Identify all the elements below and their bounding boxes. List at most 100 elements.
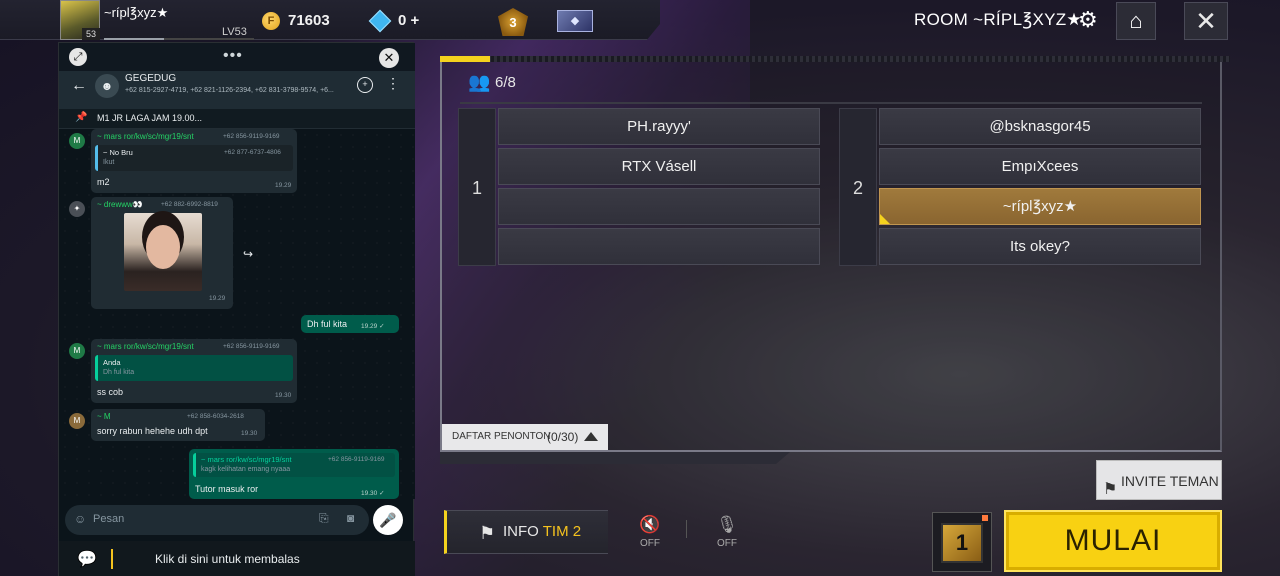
forward-icon[interactable]: ↪	[243, 247, 253, 261]
attach-icon[interactable]: ⎘	[319, 511, 329, 526]
diamond-balance[interactable]: 0 +	[398, 12, 419, 29]
panel-top-accent	[440, 56, 490, 62]
message-sender-phone: +62 856-9119-9169	[223, 133, 280, 140]
quoted-message[interactable]: ~ mars ror/kw/sc/mgr19/snt +62 856-9119-…	[193, 453, 395, 477]
coin-balance: 71603	[288, 12, 330, 29]
speaker-toggle[interactable]: 🔇 OFF	[636, 515, 664, 550]
message-time: 19.29	[275, 182, 292, 189]
group-avatar[interactable]: ☻	[95, 74, 119, 98]
back-arrow-icon[interactable]: ←	[71, 77, 87, 95]
chat-messages[interactable]: M ~ mars ror/kw/sc/mgr19/snt +62 856-911…	[59, 129, 415, 499]
call-add-icon[interactable]: +	[357, 77, 373, 93]
quoted-text: Dh ful kita	[103, 369, 135, 376]
gold-coin-icon: F	[262, 12, 280, 30]
spectator-list-toggle[interactable]: DAFTAR PENONTON (0/30)	[442, 424, 608, 450]
home-button[interactable]: ⌂	[1116, 2, 1156, 40]
quoted-message[interactable]: Anda Dh ful kita	[95, 355, 293, 381]
voice-message-button[interactable]: 🎤	[373, 505, 403, 535]
team-1-slot-3[interactable]	[498, 188, 820, 225]
outgoing-message-bubble[interactable]: ~ mars ror/kw/sc/mgr19/snt +62 856-9119-…	[189, 449, 399, 499]
message-sender: ~ M	[97, 412, 111, 421]
quoted-phone: +62 877-6737-4806	[224, 149, 281, 156]
team-1-slot-1[interactable]: PH.rayyy'	[498, 108, 820, 145]
camera-icon[interactable]: ◙	[347, 511, 354, 525]
player-level: LV53	[222, 26, 247, 38]
speaker-state: OFF	[640, 538, 660, 549]
message-sender-phone: +62 858-6034-2618	[187, 413, 244, 420]
pinned-message-text: M1 JR LAGA JAM 19.00...	[97, 113, 203, 123]
spectator-label: DAFTAR PENONTON	[452, 431, 551, 442]
photo-message-bubble[interactable]: ~ drewww👀 +62 882-6992-8819 19.29	[91, 197, 233, 309]
drag-handle-icon[interactable]: •••	[223, 47, 243, 65]
emoji-icon[interactable]: ☺	[74, 512, 86, 526]
mic-muted-icon: 🎙	[716, 515, 738, 534]
message-input[interactable]: ☺ Pesan ⎘ ◙	[65, 505, 369, 535]
quoted-phone: +62 856-9119-9169	[328, 456, 385, 463]
sender-avatar[interactable]: M	[69, 343, 85, 359]
team-1-slot-2[interactable]: RTX Vásell	[498, 148, 820, 185]
sender-avatar[interactable]: M	[69, 133, 85, 149]
panel-bottom-bar	[440, 452, 790, 464]
outgoing-message-bubble[interactable]: Dh ful kita 19.29 ✓	[301, 315, 399, 333]
message-bubble[interactable]: ~ mars ror/kw/sc/mgr19/snt +62 856-9119-…	[91, 339, 297, 403]
message-time: 19.29	[209, 295, 226, 302]
more-options-icon[interactable]: ⋮	[386, 75, 400, 92]
gear-icon[interactable]: ⚙	[1078, 7, 1098, 33]
message-bubble[interactable]: ~ M +62 858-6034-2618 sorry rabun hehehe…	[91, 409, 265, 441]
info-label: INFO	[503, 523, 539, 540]
shared-photo[interactable]	[124, 213, 202, 291]
exit-button[interactable]: ✕	[1184, 2, 1228, 40]
reply-separator	[111, 549, 113, 569]
diamond-count: 0	[398, 12, 407, 29]
xp-bar-fill	[104, 38, 164, 40]
team-2-slot-1[interactable]: @bsknasgor45	[879, 108, 1201, 145]
team-2-block: 2 @bsknasgor45 EmpıXcees ~rípl℥xyz★ Its …	[839, 108, 1201, 266]
message-sender: ~ drewww👀	[97, 200, 143, 209]
pinned-message-bar[interactable]: 📌 M1 JR LAGA JAM 19.00...	[59, 109, 415, 129]
mic-state: OFF	[717, 538, 737, 549]
home-icon: ⌂	[1129, 8, 1143, 33]
quoted-message[interactable]: ~ No Bru +62 877-6737-4806 Ikut	[95, 145, 293, 171]
group-name[interactable]: GEGEDUG	[125, 73, 176, 84]
info-team-button[interactable]: ⚑ INFO TIM 2	[444, 510, 608, 554]
quoted-text: Ikut	[103, 159, 115, 166]
team-2-slot-3-self[interactable]: ~rípl℥xyz★	[879, 188, 1201, 225]
membership-card-icon[interactable]: ◆	[557, 10, 593, 32]
spectator-count: (0/30)	[547, 430, 579, 444]
floating-window-bar[interactable]: ⤢ ••• ✕	[59, 43, 415, 71]
reply-prompt-bar[interactable]: 💬 Klik di sini untuk membalas	[59, 541, 415, 576]
message-text: sorry rabun hehehe udh dpt	[97, 426, 208, 436]
message-time: 19.29 ✓	[361, 323, 385, 330]
game-mode-button[interactable]: 1	[932, 512, 992, 572]
mic-toggle[interactable]: 🎙 OFF	[713, 515, 741, 550]
message-bubble[interactable]: ~ mars ror/kw/sc/mgr19/snt +62 856-9119-…	[91, 129, 297, 193]
panel-top-border	[440, 56, 1230, 62]
diamond-add-icon[interactable]: +	[411, 12, 420, 29]
team-2-slot-4[interactable]: Its okey?	[879, 228, 1201, 265]
team-1-slot-4[interactable]	[498, 228, 820, 265]
message-text: Tutor masuk ror	[195, 484, 259, 494]
invite-label: INVITE TEMAN	[1121, 473, 1219, 489]
quoted-text: kagk kelihatan emang nyaaa	[201, 466, 291, 473]
xp-bar	[104, 38, 254, 40]
close-icon: ✕	[1195, 6, 1217, 36]
invite-flag-icon: ⚑	[1103, 481, 1118, 498]
start-match-button[interactable]: MULAI	[1004, 510, 1222, 572]
message-text: Dh ful kita	[307, 319, 348, 329]
message-sender-phone: +62 856-9119-9169	[223, 343, 280, 350]
speaker-muted-icon: 🔇	[639, 515, 661, 534]
resize-icon[interactable]: ⤢	[69, 48, 87, 66]
message-text: ss cob	[97, 387, 124, 397]
self-marker	[880, 214, 890, 224]
sender-avatar-icon[interactable]: ✦	[69, 201, 85, 217]
notification-dot	[982, 515, 988, 521]
sender-avatar[interactable]: M	[69, 413, 85, 429]
group-members: +62 815-2927-4719, +62 821-1126-2394, +6…	[125, 87, 334, 94]
message-placeholder: Pesan	[93, 513, 125, 525]
quoted-sender: ~ mars ror/kw/sc/mgr19/snt	[201, 455, 292, 464]
close-icon[interactable]: ✕	[379, 48, 399, 68]
invite-friends-button[interactable]: ⚑ INVITE TEMAN	[1096, 460, 1222, 500]
players-count: 6/8	[495, 74, 516, 91]
team-2-slot-2[interactable]: EmpıXcees	[879, 148, 1201, 185]
mode-cube-icon: 1	[941, 523, 983, 563]
